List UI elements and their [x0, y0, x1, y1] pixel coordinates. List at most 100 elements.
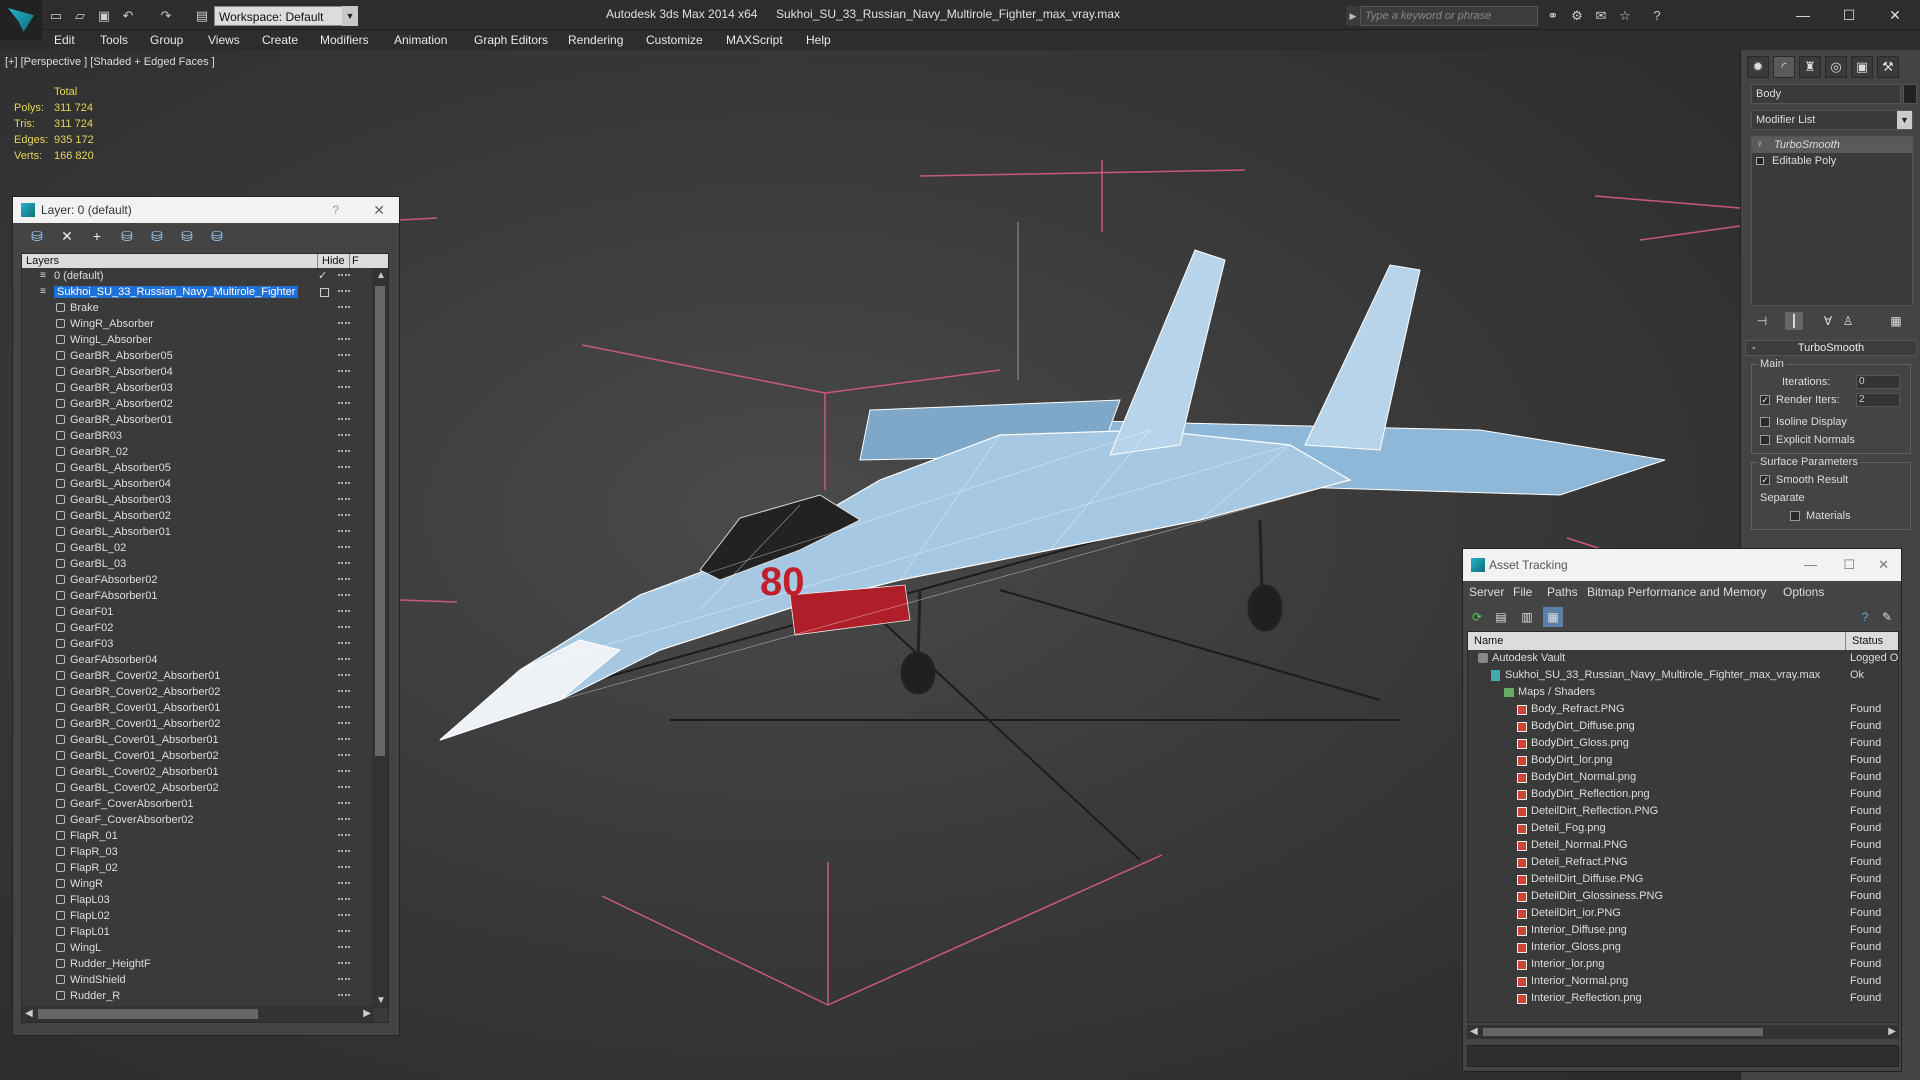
hide-toggle[interactable]: [338, 578, 350, 581]
hide-toggle[interactable]: [338, 898, 350, 901]
object-name[interactable]: FlapL01: [70, 926, 110, 938]
object-row[interactable]: GearF02: [22, 620, 374, 636]
redo-icon[interactable]: ↷: [158, 8, 174, 24]
stack-item-editable-poly[interactable]: Editable Poly: [1752, 153, 1912, 169]
hide-toggle[interactable]: [338, 306, 350, 309]
hide-all-icon[interactable]: ⛁: [177, 227, 197, 245]
object-name[interactable]: GearBL_Absorber03: [70, 494, 171, 506]
asset-row[interactable]: BodyDirt_Reflection.png Found: [1468, 786, 1898, 803]
subscription-icon[interactable]: ⚙: [1568, 8, 1586, 24]
asset-row[interactable]: Autodesk Vault Logged O: [1468, 650, 1898, 667]
object-row[interactable]: Rudder_HeightF: [22, 956, 374, 972]
refresh-icon[interactable]: ⟳: [1467, 607, 1487, 627]
object-name[interactable]: FlapL03: [70, 894, 110, 906]
settings-icon[interactable]: ✎: [1877, 607, 1897, 627]
object-name[interactable]: Brake: [70, 302, 99, 314]
undo-icon[interactable]: ↶: [120, 8, 136, 24]
object-row[interactable]: GearBR_Absorber01: [22, 412, 374, 428]
object-row[interactable]: GearBL_Absorber04: [22, 476, 374, 492]
object-row[interactable]: FlapL02: [22, 908, 374, 924]
layer-name[interactable]: 0 (default): [54, 270, 104, 282]
lightbulb-icon[interactable]: ♀: [1756, 140, 1766, 150]
object-name[interactable]: GearBL_Absorber04: [70, 478, 171, 490]
hide-toggle[interactable]: [338, 274, 350, 277]
object-row[interactable]: GearBR_Absorber04: [22, 364, 374, 380]
menu-group[interactable]: Group: [150, 33, 183, 47]
help-icon[interactable]: ?: [332, 197, 339, 223]
asset-row[interactable]: Interior_Diffuse.png Found: [1468, 922, 1898, 939]
object-row[interactable]: GearBR03: [22, 428, 374, 444]
asset-row[interactable]: BodyDirt_Diffuse.png Found: [1468, 718, 1898, 735]
hide-toggle[interactable]: [338, 594, 350, 597]
object-row[interactable]: WingR: [22, 876, 374, 892]
object-name[interactable]: Rudder_R: [70, 990, 120, 1002]
object-name[interactable]: GearF01: [70, 606, 113, 618]
hide-toggle[interactable]: [338, 722, 350, 725]
object-name[interactable]: GearF_CoverAbsorber02: [70, 814, 194, 826]
add-to-layer-icon[interactable]: +: [87, 227, 107, 245]
object-row[interactable]: GearBL_Absorber05: [22, 460, 374, 476]
scroll-left-icon[interactable]: ◀: [1470, 1026, 1478, 1037]
object-row[interactable]: WingR_Absorber: [22, 316, 374, 332]
object-row[interactable]: Brake: [22, 300, 374, 316]
remove-modifier-icon[interactable]: ♙: [1839, 312, 1857, 330]
hide-toggle[interactable]: [338, 786, 350, 789]
object-row[interactable]: Rudder_R: [22, 988, 374, 1004]
modify-tab-icon[interactable]: ◜: [1773, 56, 1795, 78]
scroll-up-icon[interactable]: ▲: [376, 270, 386, 281]
object-name[interactable]: GearBR_Absorber05: [70, 350, 173, 362]
object-row[interactable]: GearBL_Cover02_Absorber01: [22, 764, 374, 780]
column-name[interactable]: Name: [1468, 632, 1846, 650]
hide-toggle[interactable]: [338, 834, 350, 837]
object-row[interactable]: FlapR_03: [22, 844, 374, 860]
object-name[interactable]: GearFAbsorber01: [70, 590, 157, 602]
create-layer-icon[interactable]: ⛁: [27, 227, 47, 245]
object-name[interactable]: GearBL_Cover02_Absorber02: [70, 782, 219, 794]
layer-explorer-titlebar[interactable]: Layer: 0 (default) ? ✕: [13, 197, 399, 223]
object-name-field[interactable]: Body: [1751, 84, 1901, 104]
object-name[interactable]: GearBR_Cover01_Absorber02: [70, 718, 220, 730]
object-row[interactable]: GearBL_Cover01_Absorber01: [22, 732, 374, 748]
menu-server[interactable]: Server: [1469, 585, 1504, 599]
asset-row[interactable]: Deteil_Normal.PNG Found: [1468, 837, 1898, 854]
object-name[interactable]: GearBL_Absorber02: [70, 510, 171, 522]
object-row[interactable]: GearF_CoverAbsorber01: [22, 796, 374, 812]
object-row[interactable]: FlapL01: [22, 924, 374, 940]
display-tab-icon[interactable]: ▣: [1851, 56, 1873, 78]
scrollbar-thumb[interactable]: [1483, 1028, 1763, 1036]
object-row[interactable]: GearBR_Absorber05: [22, 348, 374, 364]
hide-toggle[interactable]: [338, 866, 350, 869]
object-name[interactable]: GearBR_Cover02_Absorber01: [70, 670, 220, 682]
hide-toggle[interactable]: [338, 610, 350, 613]
asset-row[interactable]: Deteil_Refract.PNG Found: [1468, 854, 1898, 871]
chevron-down-icon[interactable]: ▼: [1897, 111, 1912, 129]
object-name[interactable]: WingL: [70, 942, 101, 954]
menu-maxscript[interactable]: MAXScript: [726, 33, 783, 47]
object-name[interactable]: FlapR_03: [70, 846, 118, 858]
search-input[interactable]: Type a keyword or phrase: [1360, 6, 1538, 26]
hide-toggle[interactable]: [338, 818, 350, 821]
asset-row[interactable]: Maps / Shaders: [1468, 684, 1898, 701]
hide-toggle[interactable]: [338, 850, 350, 853]
hide-toggle[interactable]: [338, 914, 350, 917]
object-name[interactable]: GearBR_Absorber03: [70, 382, 173, 394]
hide-toggle[interactable]: [338, 418, 350, 421]
select-objects-icon[interactable]: ⛁: [117, 227, 137, 245]
hide-toggle[interactable]: [338, 530, 350, 533]
hide-toggle[interactable]: [338, 946, 350, 949]
object-name[interactable]: GearBR03: [70, 430, 122, 442]
detail-view-icon[interactable]: ▥: [1517, 607, 1537, 627]
layer-row[interactable]: ≡ Sukhoi_SU_33_Russian_Navy_Multirole_Fig…: [22, 284, 374, 300]
menu-options[interactable]: Options: [1783, 585, 1824, 599]
hide-toggle[interactable]: [338, 978, 350, 981]
menu-edit[interactable]: Edit: [54, 33, 75, 47]
object-name[interactable]: GearBL_03: [70, 558, 126, 570]
hide-toggle[interactable]: [338, 546, 350, 549]
hide-toggle[interactable]: [338, 994, 350, 997]
expand-box-icon[interactable]: [1756, 157, 1764, 165]
hide-toggle[interactable]: [338, 658, 350, 661]
communication-icon[interactable]: ✉: [1592, 8, 1610, 24]
column-layers[interactable]: Layers: [22, 254, 318, 268]
show-end-result-icon[interactable]: ┃: [1785, 312, 1803, 330]
object-row[interactable]: GearBL_Cover02_Absorber02: [22, 780, 374, 796]
